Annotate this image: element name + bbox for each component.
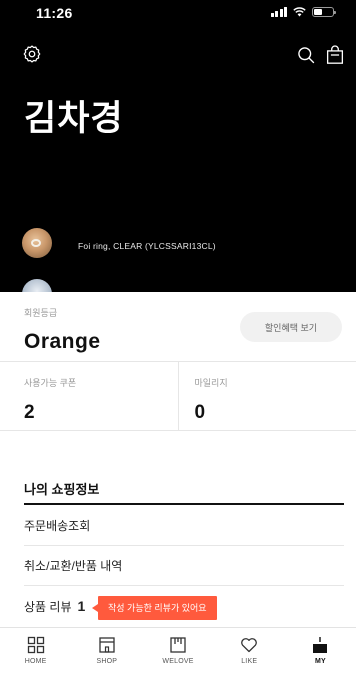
membership-grade: 회원등급 Orange 할인혜택 보기 bbox=[0, 292, 356, 360]
tab-label: HOME bbox=[24, 658, 47, 665]
status-icons bbox=[270, 7, 336, 17]
coupon-value: 2 bbox=[24, 402, 35, 423]
shopping-info-divider bbox=[24, 503, 344, 505]
tab-label: WELOVE bbox=[162, 658, 194, 665]
tab-home[interactable]: HOME bbox=[0, 628, 71, 677]
status-time: 11:26 bbox=[36, 5, 73, 21]
shop-icon bbox=[99, 637, 115, 653]
shopping-info-title: 나의 쇼핑정보 bbox=[24, 482, 100, 497]
menu-label: 상품 리뷰 bbox=[24, 599, 72, 614]
bottom-tab-bar: HOME SHOP WELOVE LIKE MY bbox=[0, 627, 356, 677]
product-thumbnail[interactable] bbox=[22, 228, 52, 258]
wifi-icon bbox=[293, 7, 306, 17]
coupon-label: 사용가능 쿠폰 bbox=[24, 378, 77, 388]
menu-cancel-exchange-return[interactable]: 취소/교환/반품 내역 bbox=[24, 546, 344, 586]
settings-gear-icon[interactable] bbox=[22, 44, 42, 64]
review-count: 1 bbox=[77, 598, 86, 614]
ring-icon bbox=[31, 239, 41, 247]
discount-benefit-button[interactable]: 할인혜택 보기 bbox=[240, 312, 342, 342]
search-icon[interactable] bbox=[296, 45, 316, 65]
menu-label: 취소/교환/반품 내역 bbox=[24, 559, 123, 573]
menu-order-tracking[interactable]: 주문배송조회 bbox=[24, 506, 344, 546]
tab-my[interactable]: MY bbox=[285, 628, 356, 677]
welove-icon bbox=[170, 637, 186, 653]
mileage-value: 0 bbox=[194, 402, 206, 423]
tab-label: SHOP bbox=[96, 658, 118, 665]
user-name: 김차경 bbox=[24, 99, 124, 138]
mileage-stat[interactable]: 마일리지 0 bbox=[177, 362, 356, 430]
product-caption[interactable]: Foi ring, CLEAR (YLCSSARI13CL) bbox=[78, 241, 216, 251]
tab-shop[interactable]: SHOP bbox=[71, 628, 142, 677]
tab-like[interactable]: LIKE bbox=[214, 628, 285, 677]
review-tooltip[interactable]: 작성 가능한 리뷰가 있어요 bbox=[92, 596, 217, 620]
tab-label: MY bbox=[314, 658, 326, 665]
grade-value: Orange bbox=[24, 330, 101, 353]
grid-icon bbox=[27, 636, 44, 654]
profile-header: 11:26 김차경 Foi ring, CLEAR (YLCSSARI13CL) bbox=[0, 0, 356, 309]
coupon-stat[interactable]: 사용가능 쿠폰 2 bbox=[0, 362, 178, 430]
my-icon bbox=[313, 637, 328, 653]
tab-label: LIKE bbox=[241, 658, 258, 665]
stats-row: 사용가능 쿠폰 2 마일리지 0 bbox=[0, 361, 356, 431]
status-bar: 11:26 bbox=[0, 0, 356, 24]
grade-label: 회원등급 bbox=[24, 308, 58, 318]
battery-icon bbox=[312, 7, 336, 17]
menu-label: 주문배송조회 bbox=[24, 519, 91, 533]
shopping-bag-icon[interactable] bbox=[326, 45, 344, 65]
signal-icon bbox=[270, 7, 287, 17]
tab-welove[interactable]: WELOVE bbox=[142, 628, 213, 677]
mileage-label: 마일리지 bbox=[194, 378, 228, 388]
heart-icon bbox=[241, 638, 258, 653]
